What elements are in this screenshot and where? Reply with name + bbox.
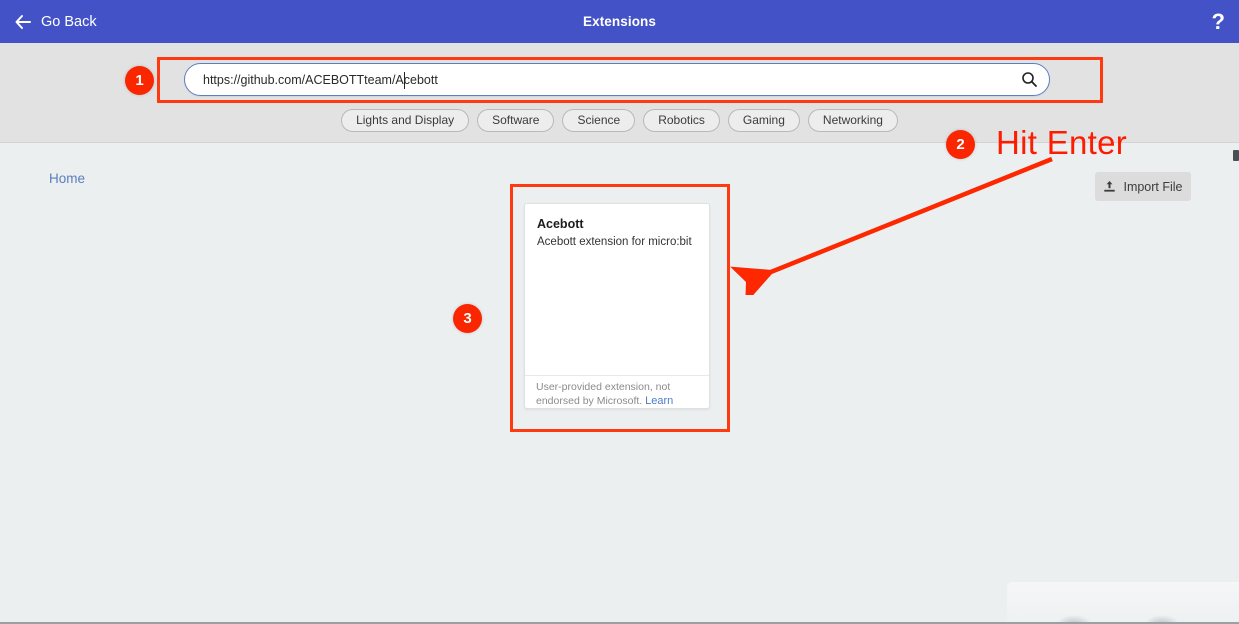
import-file-button[interactable]: Import File — [1095, 172, 1191, 201]
go-back-label: Go Back — [41, 14, 97, 30]
go-back-button[interactable]: Go Back — [14, 0, 97, 43]
chip-gaming[interactable]: Gaming — [728, 109, 800, 132]
chip-networking[interactable]: Networking — [808, 109, 898, 132]
upload-icon — [1103, 180, 1116, 193]
annotation-badge-3: 3 — [453, 304, 482, 333]
bottom-panel-sliver — [1007, 582, 1239, 624]
breadcrumb-home[interactable]: Home — [49, 171, 85, 186]
page-title: Extensions — [0, 0, 1239, 43]
chip-robotics[interactable]: Robotics — [643, 109, 720, 132]
search-input[interactable] — [185, 64, 1009, 95]
annotation-badge-1: 1 — [125, 66, 154, 95]
arrow-left-icon — [14, 13, 32, 31]
chip-software[interactable]: Software — [477, 109, 554, 132]
scrollbar-edge-marker[interactable] — [1233, 150, 1239, 161]
import-file-label: Import File — [1123, 180, 1182, 194]
extension-card-title: Acebott — [537, 217, 697, 231]
extension-card-description: Acebott extension for micro:bit — [537, 235, 697, 250]
extension-card-acebott[interactable]: Acebott Acebott extension for micro:bit … — [524, 203, 710, 409]
search-icon[interactable] — [1009, 64, 1049, 95]
extension-card-body: Acebott Acebott extension for micro:bit — [525, 204, 709, 377]
extension-card-footer: User-provided extension, not endorsed by… — [525, 375, 709, 408]
question-mark-icon[interactable]: ? — [1212, 0, 1225, 43]
extensions-page: Go Back Extensions ? Lights and Display … — [0, 0, 1239, 624]
chip-lights-and-display[interactable]: Lights and Display — [341, 109, 469, 132]
annotation-arrow — [720, 145, 1060, 295]
search-box[interactable] — [184, 63, 1050, 96]
app-header: Go Back Extensions ? — [0, 0, 1239, 43]
chip-science[interactable]: Science — [562, 109, 635, 132]
text-cursor — [404, 72, 405, 89]
